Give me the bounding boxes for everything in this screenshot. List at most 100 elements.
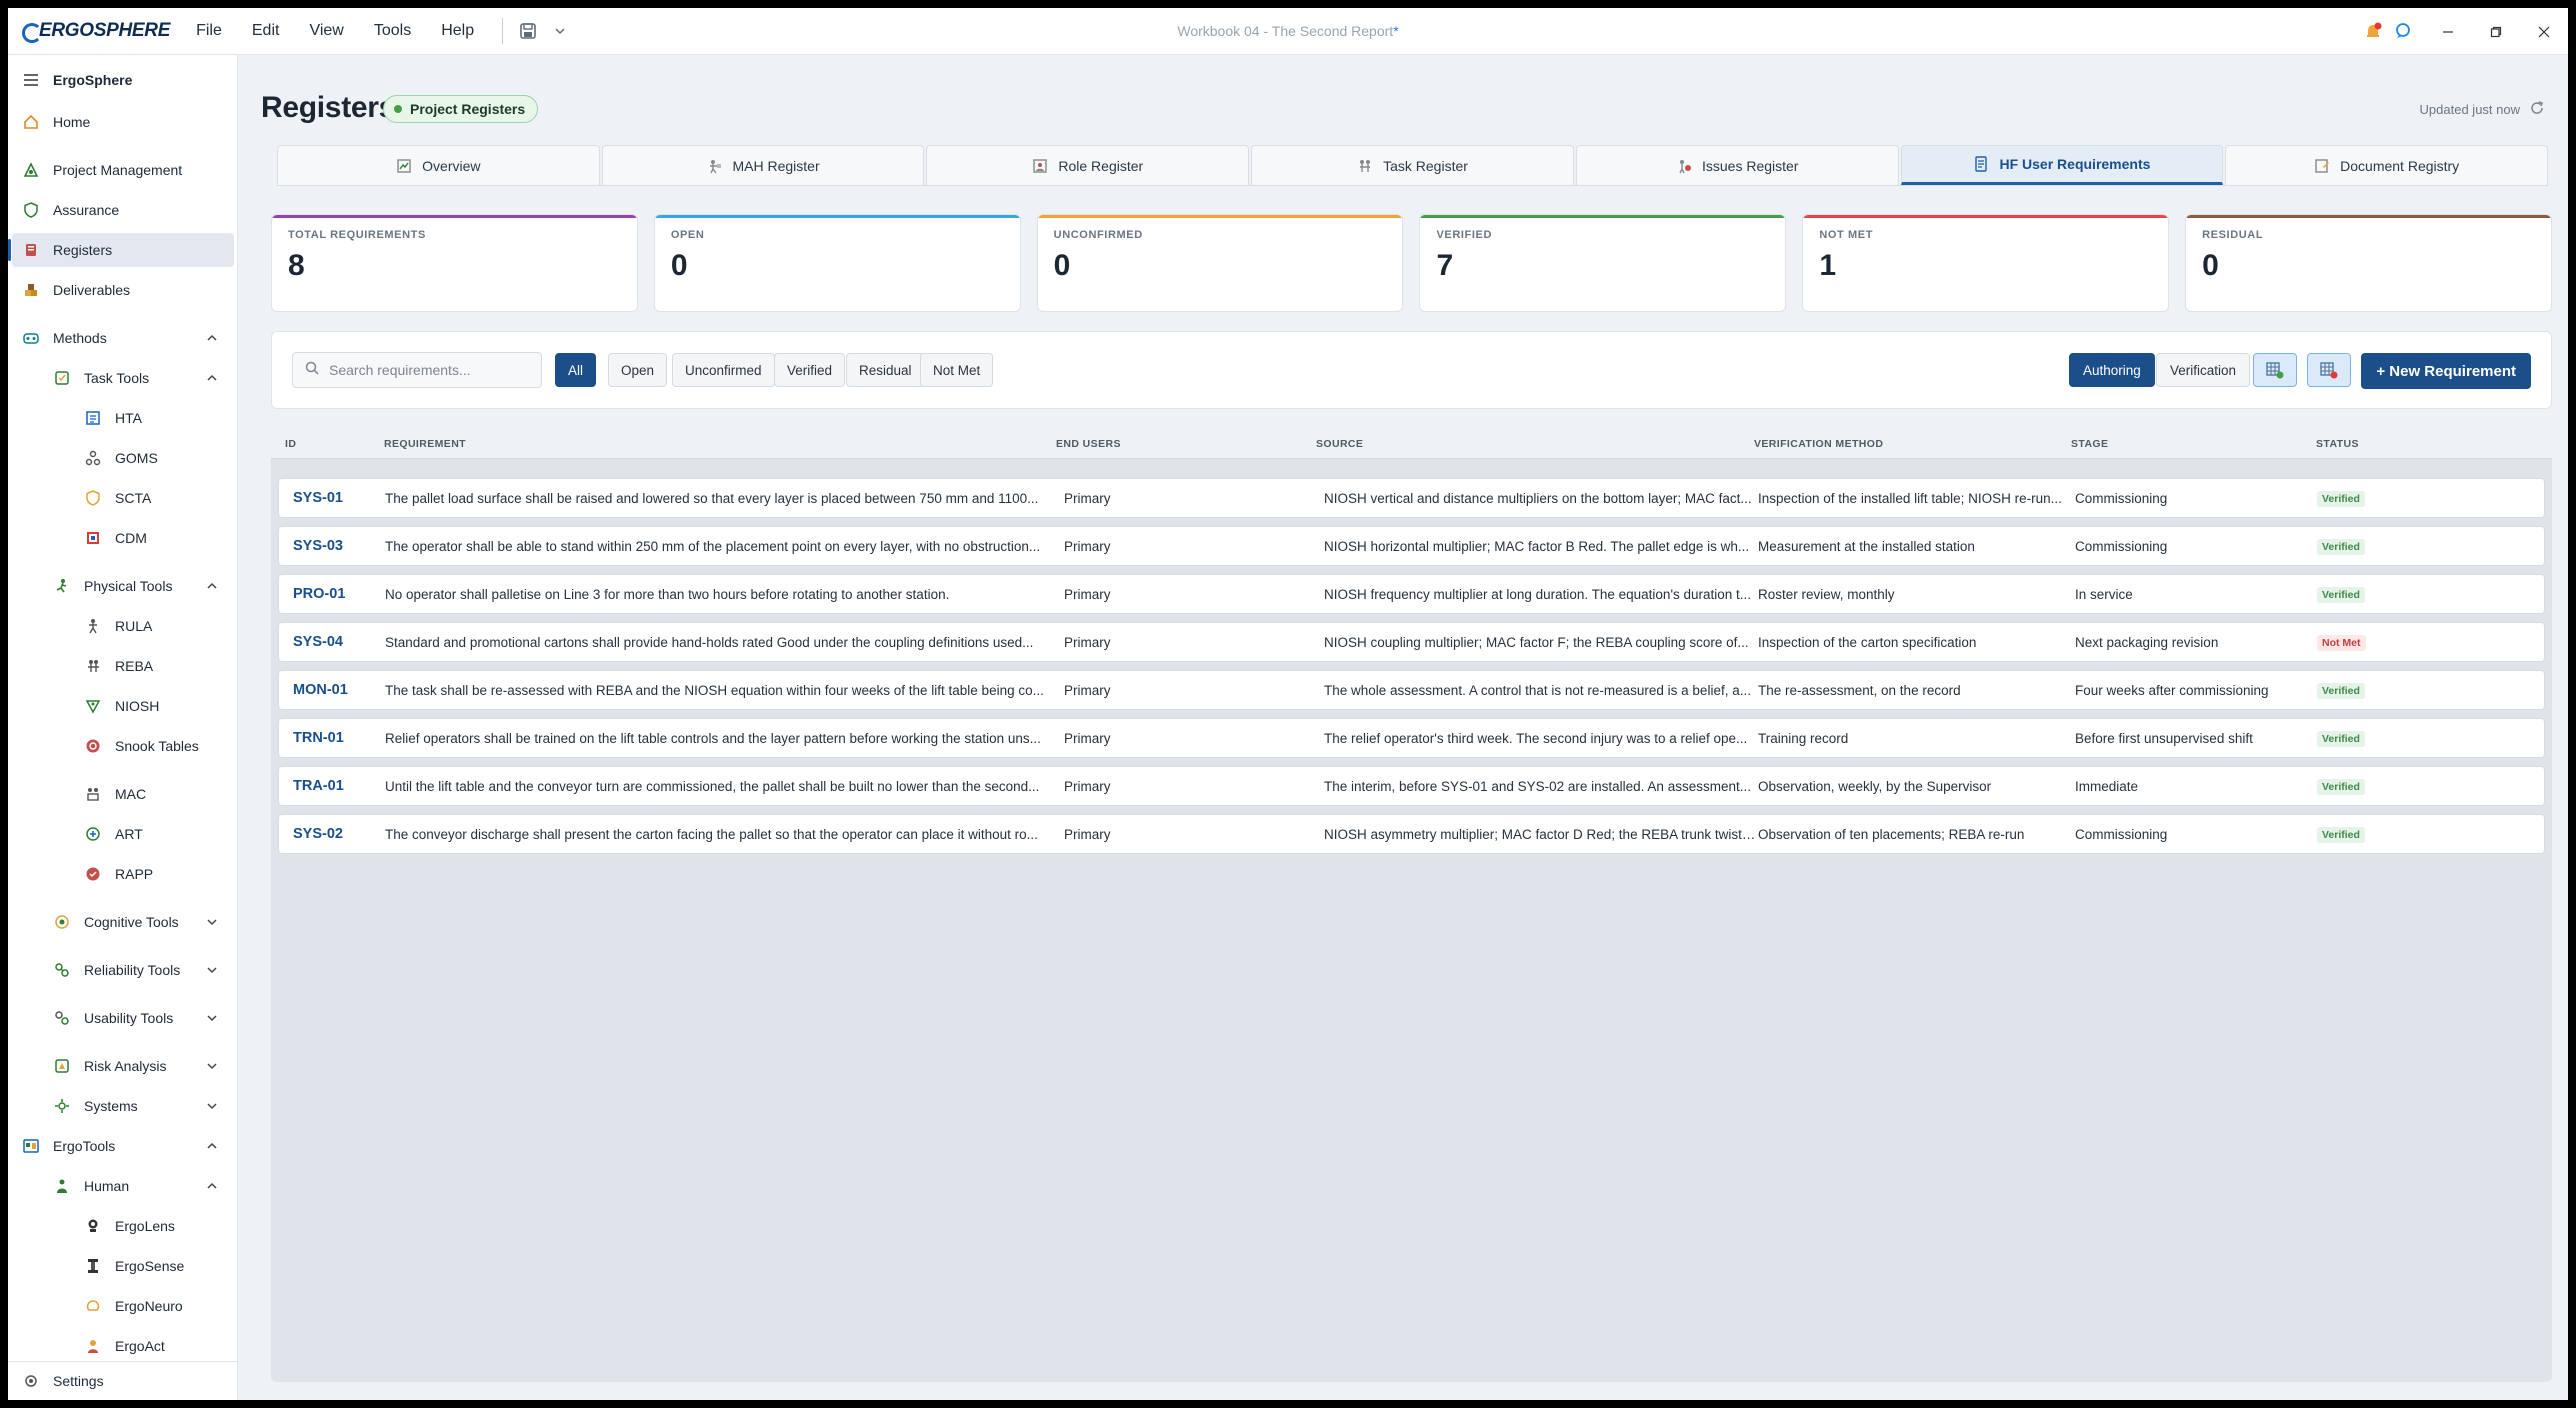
table-row[interactable]: PRO-01 No operator shall palletise on Lin…: [278, 574, 2545, 614]
table-row[interactable]: SYS-04 Standard and promotional cartons s…: [278, 622, 2545, 662]
chat-icon[interactable]: [2394, 22, 2414, 42]
menu-view[interactable]: View: [309, 22, 343, 40]
minimize-button[interactable]: [2424, 8, 2472, 55]
cell-id[interactable]: TRN-01: [293, 730, 383, 746]
sidebar-item-registers[interactable]: Registers: [8, 233, 234, 267]
column-header-stage[interactable]: STAGE: [2071, 438, 2108, 450]
sidebar-item-mac[interactable]: MAC: [8, 777, 238, 811]
new-requirement-button[interactable]: + New Requirement: [2361, 353, 2531, 389]
sidebar-item-usability-tools[interactable]: Usability Tools: [8, 1001, 238, 1035]
sidebar-item-deliverables[interactable]: Deliverables: [8, 273, 238, 307]
mode-verification[interactable]: Verification: [2156, 353, 2251, 387]
column-header-id[interactable]: ID: [285, 438, 296, 450]
filter-verified[interactable]: Verified: [774, 353, 846, 387]
search-box[interactable]: [292, 352, 542, 388]
sidebar-item-task-tools[interactable]: Task Tools: [8, 361, 238, 395]
filter-residual[interactable]: Residual: [846, 353, 925, 387]
tab-issues-register[interactable]: Issues Register: [1575, 145, 1899, 185]
sidebar-item-project-management[interactable]: Project Management: [8, 153, 238, 187]
table-row[interactable]: TRA-01 Until the lift table and the conve…: [278, 766, 2545, 806]
sidebar-item-reba[interactable]: REBA: [8, 649, 238, 683]
table-row[interactable]: TRN-01 Relief operators shall be trained …: [278, 718, 2545, 758]
chevron-down-icon[interactable]: [204, 1098, 220, 1114]
chevron-down-icon[interactable]: [204, 962, 220, 978]
column-header-verification-method[interactable]: VERIFICATION METHOD: [1754, 438, 1883, 450]
cell-id[interactable]: TRA-01: [293, 778, 383, 794]
cell-id[interactable]: SYS-04: [293, 634, 383, 650]
chevron-up-icon[interactable]: [204, 330, 220, 346]
chevron-down-icon[interactable]: [204, 1010, 220, 1026]
sidebar-item-ergolens[interactable]: ErgoLens: [8, 1209, 238, 1243]
tab-document-registry[interactable]: Document Registry: [2225, 145, 2549, 185]
filter-unconfirmed[interactable]: Unconfirmed: [672, 353, 775, 387]
tab-overview[interactable]: Overview: [277, 145, 600, 185]
chevron-down-icon[interactable]: [549, 20, 571, 42]
tab-role-register[interactable]: Role Register: [926, 145, 1250, 185]
sidebar-item-human[interactable]: Human: [8, 1169, 238, 1203]
sidebar-item-ergoact[interactable]: ErgoAct: [8, 1329, 238, 1363]
sidebar-item-ergotools[interactable]: ErgoTools: [8, 1129, 238, 1163]
sidebar-item-ergoneuro[interactable]: ErgoNeuro: [8, 1289, 238, 1323]
tab-hf-user-requirements[interactable]: HF User Requirements: [1900, 145, 2224, 185]
sidebar-item-goms[interactable]: GOMS: [8, 441, 238, 475]
restore-button[interactable]: [2472, 8, 2520, 55]
sidebar-item-rapp[interactable]: RAPP: [8, 857, 238, 891]
save-icon[interactable]: [517, 20, 539, 42]
refresh-icon[interactable]: [2528, 99, 2546, 117]
column-header-requirement[interactable]: REQUIREMENT: [384, 438, 466, 450]
column-header-end-users[interactable]: END USERS: [1056, 438, 1121, 450]
tab-mah-register[interactable]: MAH Register: [601, 145, 925, 185]
cell-id[interactable]: SYS-03: [293, 538, 383, 554]
tab-task-register[interactable]: Task Register: [1251, 145, 1574, 185]
sidebar-item-cdm[interactable]: CDM: [8, 521, 238, 555]
chevron-down-icon[interactable]: [204, 1058, 220, 1074]
mode-authoring[interactable]: Authoring: [2069, 353, 2155, 387]
table-row[interactable]: SYS-01 The pallet load surface shall be r…: [278, 478, 2545, 518]
sidebar-item-scta[interactable]: SCTA: [8, 481, 238, 515]
sidebar-item-risk-analysis[interactable]: Risk Analysis: [8, 1049, 238, 1083]
menu-edit[interactable]: Edit: [252, 22, 280, 40]
filter-open[interactable]: Open: [608, 353, 668, 387]
table-row[interactable]: MON-01 The task shall be re-assessed with…: [278, 670, 2545, 710]
sidebar-item-reliability-tools[interactable]: Reliability Tools: [8, 953, 238, 987]
close-button[interactable]: [2520, 8, 2568, 55]
hamburger-menu-icon[interactable]: [22, 71, 40, 89]
sidebar-item-label: Snook Tables: [115, 738, 199, 754]
sidebar-item-cognitive-tools[interactable]: Cognitive Tools: [8, 905, 238, 939]
notification-bell-icon[interactable]: [2364, 22, 2384, 42]
sidebar-item-physical-tools[interactable]: Physical Tools: [8, 569, 238, 603]
add-table-icon[interactable]: [2253, 353, 2297, 387]
table-row[interactable]: SYS-03 The operator shall be able to stan…: [278, 526, 2545, 566]
menu-file[interactable]: File: [196, 22, 222, 40]
sidebar-item-assurance[interactable]: Assurance: [8, 193, 238, 227]
sidebar-item-snook-tables[interactable]: Snook Tables: [8, 729, 238, 763]
sidebar-item-systems[interactable]: Systems: [8, 1089, 238, 1123]
cell-source: NIOSH vertical and distance multipliers …: [1324, 491, 1752, 506]
cell-id[interactable]: MON-01: [293, 682, 383, 698]
chevron-up-icon[interactable]: [204, 1138, 220, 1154]
sidebar-item-methods[interactable]: Methods: [8, 321, 238, 355]
usability-tools-icon: [53, 1009, 71, 1027]
menu-help[interactable]: Help: [441, 22, 474, 40]
sidebar-item-niosh[interactable]: NIOSH: [8, 689, 238, 723]
chevron-up-icon[interactable]: [204, 578, 220, 594]
filter-not-met[interactable]: Not Met: [920, 353, 994, 387]
cell-id[interactable]: SYS-02: [293, 826, 383, 842]
sidebar-item-hta[interactable]: HTA: [8, 401, 238, 435]
export-table-icon[interactable]: [2307, 353, 2351, 387]
sidebar-item-home[interactable]: Home: [8, 105, 238, 139]
chevron-up-icon[interactable]: [204, 1178, 220, 1194]
sidebar-item-ergosense[interactable]: ErgoSense: [8, 1249, 238, 1283]
cell-id[interactable]: PRO-01: [293, 586, 383, 602]
sidebar-item-art[interactable]: ART: [8, 817, 238, 851]
sidebar-item-rula[interactable]: RULA: [8, 609, 238, 643]
chevron-up-icon[interactable]: [204, 370, 220, 386]
column-header-status[interactable]: STATUS: [2316, 438, 2359, 450]
search-input[interactable]: [329, 362, 529, 378]
chevron-down-icon[interactable]: [204, 914, 220, 930]
table-row[interactable]: SYS-02 The conveyor discharge shall prese…: [278, 814, 2545, 854]
filter-all[interactable]: All: [555, 353, 597, 387]
cell-id[interactable]: SYS-01: [293, 490, 383, 506]
column-header-source[interactable]: SOURCE: [1316, 438, 1363, 450]
menu-tools[interactable]: Tools: [374, 22, 411, 40]
